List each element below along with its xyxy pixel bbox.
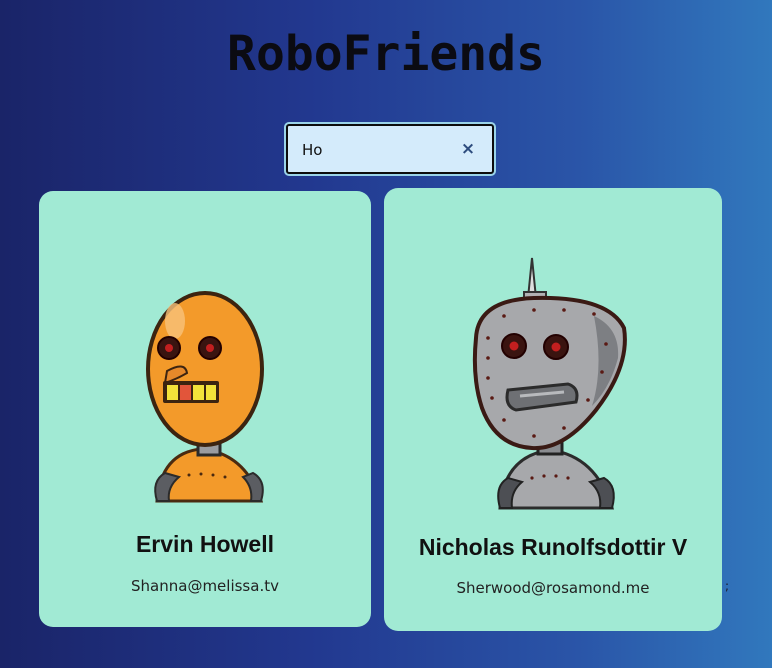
close-icon[interactable]: × — [458, 139, 478, 159]
robot-name: Ervin Howell — [135, 531, 275, 557]
robot-card[interactable]: Nicholas Runolfsdottir V Sherwood@rosamo… — [384, 188, 722, 631]
robot-name: Nicholas Runolfsdottir V — [418, 534, 688, 560]
gray-robot-icon — [472, 257, 627, 510]
search-input[interactable] — [302, 138, 452, 162]
search-box[interactable]: × — [286, 124, 494, 174]
robot-email: Sherwood@rosamond.me — [456, 579, 650, 597]
page-title: RoboFriends — [227, 26, 545, 82]
stray-mark: ; — [725, 579, 730, 593]
robot-card[interactable]: Ervin Howell Shanna@melissa.tv — [39, 191, 371, 627]
orange-robot-icon — [146, 291, 264, 503]
robot-email: Shanna@melissa.tv — [131, 577, 279, 595]
